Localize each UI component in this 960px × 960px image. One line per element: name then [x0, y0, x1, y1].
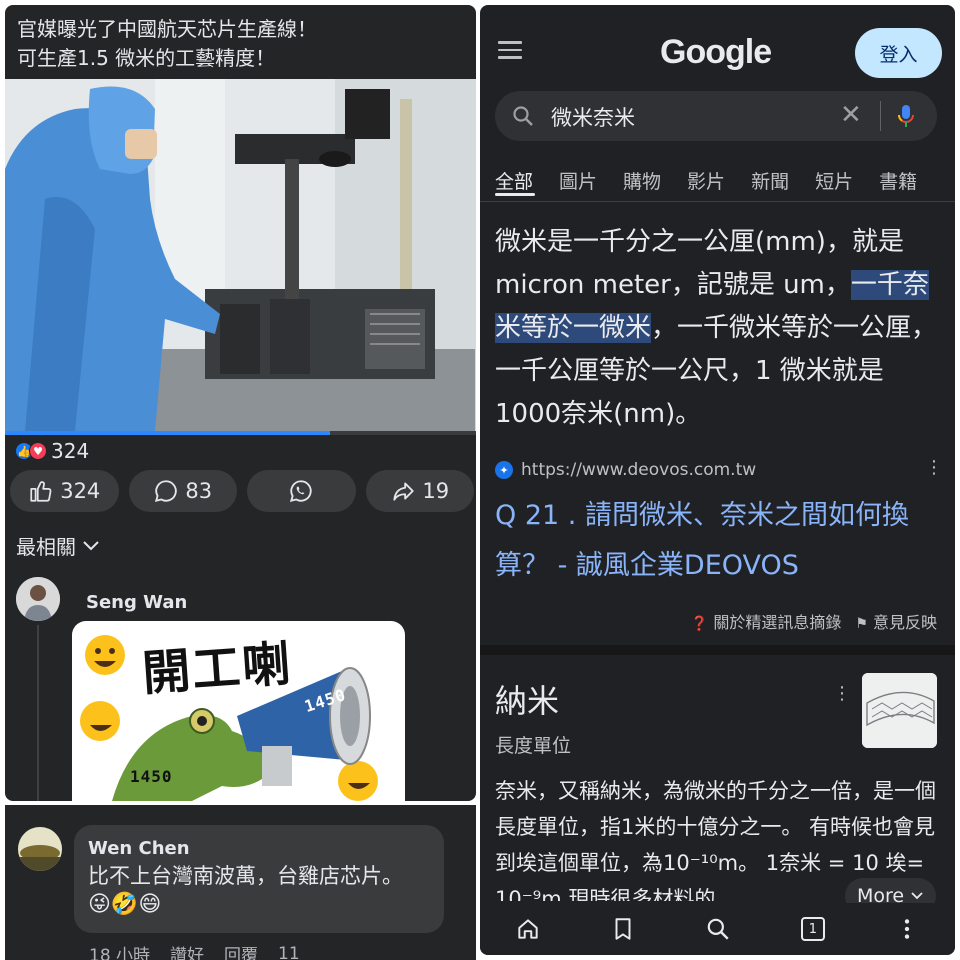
comment-text: 比不上台灣南波萬，台雞店芯片。 — [88, 864, 403, 888]
post-caption-line2: 可生產1.5 微米的工藝精度！ — [17, 46, 276, 70]
commenter-name[interactable]: Seng Wan — [86, 592, 187, 613]
source-url: https://www.deovos.com.tw — [521, 460, 757, 480]
comment-reply-button[interactable]: 回覆 — [224, 941, 258, 960]
search-divider — [880, 101, 881, 131]
landscape-avatar-icon — [18, 827, 62, 871]
facebook-comment-panel: Wen Chen 比不上台灣南波萬，台雞店芯片。 😜🤣😄 18 小時 讚好 回覆… — [5, 805, 476, 960]
feedback-label: 意見反映 — [872, 613, 937, 632]
comment-emojis: 😜🤣😄 — [88, 892, 162, 917]
featured-snippet-text: 微米是一千分之一公厘(mm)，就是micron meter，記號是 um，一千奈… — [495, 221, 940, 436]
comment-count: 83 — [185, 479, 213, 503]
google-search-panel: Google 登入 微米奈米 ✕ 全部 圖片 購物 影片 新聞 短片 書籍 微米… — [480, 5, 955, 955]
comment-like-button[interactable]: 讚好 — [170, 941, 204, 960]
comment-reaction-count[interactable]: 11 — [278, 944, 300, 960]
snippet-text-before: 微米是一千分之一公厘(mm)，就是micron meter，記號是 um， — [495, 227, 904, 300]
tab-switcher-button[interactable]: 1 — [800, 917, 825, 941]
comment-thread-line — [37, 625, 39, 801]
commenter-avatar[interactable] — [16, 577, 60, 621]
comment-button[interactable]: 83 — [128, 470, 237, 512]
clear-icon[interactable]: ✕ — [840, 101, 862, 129]
search-input[interactable]: 微米奈米 — [551, 102, 635, 132]
feedback-flag-icon: ⚑ — [855, 616, 868, 632]
thumbs-up-icon — [30, 481, 52, 502]
comment-bubble: Wen Chen 比不上台灣南波萬，台雞店芯片。 😜🤣😄 — [74, 825, 444, 933]
comment-sort-dropdown[interactable]: 最相關 — [16, 531, 100, 560]
person-avatar-icon — [16, 577, 60, 621]
post-caption-line1: 官媒曝光了中國航天芯片生產線！ — [17, 17, 317, 41]
feedback-link[interactable]: ⚑ 意見反映 — [855, 609, 937, 633]
knowledge-panel-menu-icon[interactable]: ⋮ — [833, 683, 851, 704]
knowledge-panel-subtitle: 長度單位 — [495, 735, 572, 757]
search-bar[interactable]: 微米奈米 ✕ — [495, 91, 937, 141]
tab-shorts[interactable]: 短片 — [815, 167, 853, 194]
browser-bottom-bar: 1 — [480, 903, 955, 955]
comment-time: 18 小時 — [89, 946, 151, 960]
home-icon[interactable] — [515, 916, 541, 942]
facebook-post-panel: 官媒曝光了中國航天芯片生產線！ 可生產1.5 微米的工藝精度！ 👍 ♥ 324 … — [5, 5, 476, 801]
commenter-avatar[interactable] — [18, 827, 62, 871]
google-logo[interactable]: Google — [660, 33, 772, 72]
whatsapp-share-button[interactable] — [247, 470, 356, 512]
post-video[interactable] — [5, 79, 476, 431]
chevron-down-icon — [83, 540, 99, 550]
share-button[interactable]: 19 — [365, 470, 474, 512]
post-caption: 官媒曝光了中國航天芯片生產線！ 可生產1.5 微米的工藝精度！ — [17, 15, 317, 73]
tab-books[interactable]: 書籍 — [879, 167, 917, 194]
about-snippet-label: 關於精選訊息摘錄 — [713, 613, 842, 632]
share-count: 19 — [422, 479, 450, 503]
reaction-summary[interactable]: 👍 ♥ 324 — [15, 439, 89, 463]
whatsapp-icon — [290, 480, 312, 503]
chevron-down-icon — [911, 892, 923, 900]
tab-images[interactable]: 圖片 — [559, 167, 597, 194]
tab-count: 1 — [808, 921, 817, 937]
search-icon — [513, 106, 533, 126]
about-snippet-link[interactable]: ❓ 關於精選訊息摘錄 — [691, 609, 842, 633]
love-reaction-icon: ♥ — [29, 442, 47, 460]
hamburger-menu-icon[interactable] — [498, 41, 522, 59]
sticker-number-left: 1450 — [130, 767, 173, 786]
active-tab-indicator — [495, 193, 535, 196]
tab-all[interactable]: 全部 — [495, 167, 533, 194]
reaction-count: 324 — [51, 439, 90, 463]
like-count: 324 — [60, 479, 101, 503]
tabs-divider — [480, 201, 955, 202]
tab-shopping[interactable]: 購物 — [623, 167, 661, 194]
bookmark-icon[interactable] — [610, 916, 636, 942]
sticker-artwork — [80, 635, 378, 801]
share-arrow-icon — [393, 482, 415, 501]
overflow-menu-icon[interactable] — [894, 916, 920, 942]
like-button[interactable]: 324 — [10, 470, 119, 512]
help-circle-icon: ❓ — [690, 616, 709, 632]
comment-sticker[interactable]: 開工喇 1450 1450 — [72, 621, 405, 801]
result-source[interactable]: ✦ https://www.deovos.com.tw — [495, 460, 756, 480]
nanotube-image[interactable] — [862, 673, 937, 748]
sign-in-button[interactable]: 登入 — [855, 28, 942, 78]
carbon-nanotube-icon — [862, 673, 937, 748]
knowledge-panel-title: 納米 — [495, 682, 560, 720]
search-tabs: 全部 圖片 購物 影片 新聞 短片 書籍 — [495, 167, 917, 194]
lab-scene-image — [5, 79, 476, 431]
microphone-icon[interactable] — [894, 103, 918, 129]
video-progress-bar[interactable] — [5, 431, 476, 435]
comment-meta: 18 小時 讚好 回覆 11 — [89, 941, 300, 960]
search-icon[interactable] — [705, 916, 731, 942]
tab-videos[interactable]: 影片 — [687, 167, 725, 194]
post-actions: 324 83 19 — [10, 470, 474, 512]
more-options-icon[interactable]: ⋮ — [925, 457, 943, 478]
result-title-link[interactable]: Q 21 . 請問微米、奈米之間如何換算？ - 誠風企業DEOVOS — [495, 491, 940, 591]
snippet-footer: ❓ 關於精選訊息摘錄 ⚑ 意見反映 — [691, 609, 937, 633]
tab-news[interactable]: 新聞 — [751, 167, 789, 194]
section-separator — [480, 645, 955, 655]
commenter-name[interactable]: Wen Chen — [88, 837, 430, 861]
comment-bubble-icon — [155, 480, 178, 503]
site-favicon-icon: ✦ — [495, 461, 513, 479]
video-progress-fill — [5, 431, 330, 435]
comment-sort-label: 最相關 — [16, 535, 76, 559]
